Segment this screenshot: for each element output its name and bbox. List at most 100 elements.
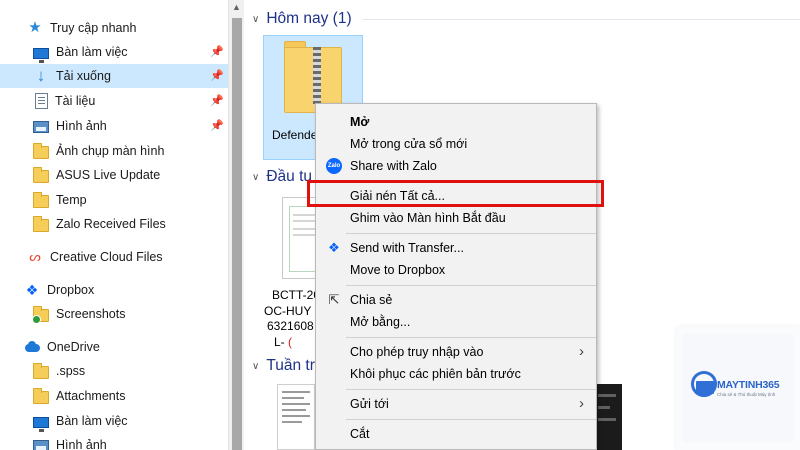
- pin-icon[interactable]: 📌: [210, 94, 224, 108]
- download-arrow-icon: ↓: [36, 66, 46, 85]
- menu-item-restore-previous-versions[interactable]: Khôi phục các phiên bản trước: [316, 363, 596, 385]
- menu-item-pin-to-start[interactable]: Ghim vào Màn hình Bắt đầu: [316, 207, 596, 229]
- pictures-icon: [33, 440, 49, 450]
- pictures-icon: [33, 121, 49, 133]
- nav-onedrive-desktop[interactable]: Bàn làm việc: [0, 409, 228, 433]
- menu-item-label: Send with Transfer...: [350, 241, 464, 255]
- menu-item-cut[interactable]: Cắt: [316, 423, 596, 445]
- nav-onedrive[interactable]: OneDrive: [0, 335, 228, 359]
- nav-label: Creative Cloud Files: [50, 250, 163, 264]
- desktop-icon: [33, 416, 49, 432]
- nav-label: Ảnh chụp màn hình: [56, 144, 165, 158]
- nav-folder-zalo[interactable]: Zalo Received Files: [0, 212, 228, 236]
- nav-label: Attachments: [56, 389, 126, 403]
- nav-label: Bàn làm việc: [56, 414, 128, 428]
- pin-icon[interactable]: 📌: [210, 45, 224, 59]
- group-header-week[interactable]: ∨ Tuần tr: [252, 357, 315, 375]
- creative-cloud-icon: ᔕ: [27, 249, 43, 265]
- file-name-line: L-: [274, 334, 285, 349]
- menu-item-send-to[interactable]: Gửi tới ›: [316, 393, 596, 415]
- file-name-fragment: (: [288, 334, 293, 349]
- menu-item-move-to-dropbox[interactable]: Move to Dropbox: [316, 259, 596, 281]
- nav-pictures[interactable]: Hình ảnh 📌: [0, 114, 228, 138]
- menu-separator: [346, 285, 596, 286]
- menu-item-label: Mở bằng...: [350, 315, 411, 329]
- annotation-highlight-box: [307, 180, 604, 207]
- document-icon: [35, 93, 48, 109]
- share-icon: ⇱: [328, 292, 340, 307]
- menu-item-label: Cắt: [350, 427, 370, 441]
- group-header-early[interactable]: ∨ Đầu tu: [252, 168, 312, 186]
- nav-creative-cloud[interactable]: ᔕ Creative Cloud Files: [0, 245, 228, 269]
- folder-icon: [33, 387, 49, 404]
- nav-folder-asus[interactable]: ASUS Live Update: [0, 163, 228, 187]
- group-label: Tuần tr: [266, 357, 315, 374]
- menu-item-open-with[interactable]: Mở bằng...: [316, 311, 596, 333]
- nav-label: .spss: [56, 364, 86, 378]
- menu-item-label: Move to Dropbox: [350, 263, 446, 277]
- nav-downloads[interactable]: ↓ Tải xuống 📌: [0, 64, 228, 88]
- nav-onedrive-pictures[interactable]: Hình ảnh: [0, 433, 228, 450]
- menu-item-open[interactable]: Mở: [316, 111, 596, 133]
- group-header-today[interactable]: ∨ Hôm nay (1): [252, 10, 352, 28]
- nav-folder-temp[interactable]: Temp: [0, 188, 228, 212]
- menu-item-label: Khôi phục các phiên bản trước: [350, 367, 521, 381]
- chevron-down-icon: ∨: [252, 360, 260, 372]
- dropbox-icon: ❖: [328, 240, 340, 255]
- nav-label: Dropbox: [47, 283, 95, 297]
- folder-icon: [33, 215, 49, 232]
- maytinh365-logo: MAYTINH365 Chia sẻ & Thủ thuật Máy tính: [676, 326, 800, 450]
- nav-label: Tài liệu: [55, 94, 96, 108]
- nav-label: Screenshots: [56, 307, 126, 321]
- screenshot-thumbnail[interactable]: [594, 384, 622, 450]
- nav-label: Hình ảnh: [56, 119, 107, 133]
- menu-item-label: Chia sẻ: [350, 293, 393, 307]
- menu-item-label: Gửi tới: [350, 397, 389, 411]
- nav-label: Bàn làm việc: [56, 45, 128, 59]
- logo-brand-text: MAYTINH365: [717, 379, 780, 391]
- menu-item-share[interactable]: ⇱ Chia sẻ: [316, 289, 596, 311]
- star-icon: ★: [28, 19, 42, 36]
- nav-onedrive-attachments[interactable]: Attachments: [0, 384, 228, 408]
- menu-item-label: Ghim vào Màn hình Bắt đầu: [350, 211, 506, 225]
- nav-label: ASUS Live Update: [56, 168, 161, 182]
- menu-item-give-access-to[interactable]: Cho phép truy nhập vào ›: [316, 341, 596, 363]
- group-label: Đầu tu: [266, 168, 312, 185]
- menu-separator: [346, 233, 596, 234]
- monitor-icon: [696, 381, 714, 394]
- menu-item-open-new-window[interactable]: Mở trong cửa sổ mới: [316, 133, 596, 155]
- chevron-down-icon: ∨: [252, 171, 260, 183]
- zalo-icon: Zalo: [326, 158, 342, 174]
- nav-label: Temp: [56, 193, 87, 207]
- logo-tagline: Chia sẻ & Thủ thuật Máy tính: [717, 392, 776, 397]
- scroll-up-arrow-icon[interactable]: ▲: [232, 2, 241, 12]
- nav-folder-screenshots-vn[interactable]: Ảnh chụp màn hình: [0, 139, 228, 163]
- chevron-right-icon: ›: [579, 343, 584, 360]
- menu-separator: [346, 337, 596, 338]
- nav-label: Hình ảnh: [56, 438, 107, 450]
- dropbox-icon: ❖: [25, 282, 39, 298]
- menu-item-share-zalo[interactable]: Zalo Share with Zalo: [316, 155, 596, 177]
- pin-icon[interactable]: 📌: [210, 69, 224, 83]
- nav-onedrive-spss[interactable]: .spss: [0, 359, 228, 383]
- nav-dropbox-screenshots[interactable]: Screenshots: [0, 302, 228, 326]
- sidebar-scrollbar[interactable]: ▲: [228, 0, 244, 450]
- document-thumbnail[interactable]: [277, 384, 315, 450]
- group-label: Hôm nay (1): [266, 10, 352, 27]
- menu-separator: [346, 389, 596, 390]
- nav-desktop[interactable]: Bàn làm việc 📌: [0, 40, 228, 64]
- nav-documents[interactable]: Tài liệu 📌: [0, 89, 228, 113]
- chevron-down-icon: ∨: [252, 13, 260, 25]
- menu-item-label: Mở: [350, 115, 370, 129]
- menu-item-label: Cho phép truy nhập vào: [350, 345, 484, 359]
- pin-icon[interactable]: 📌: [210, 119, 224, 133]
- nav-dropbox[interactable]: ❖ Dropbox: [0, 278, 228, 302]
- nav-quick-access[interactable]: ★ Truy cập nhanh: [0, 16, 228, 40]
- scrollbar-thumb[interactable]: [232, 18, 242, 450]
- nav-label: OneDrive: [47, 340, 100, 354]
- folder-icon: [33, 362, 49, 379]
- menu-item-label: Share with Zalo: [350, 159, 437, 173]
- navigation-pane: ★ Truy cập nhanh Bàn làm việc 📌 ↓ Tải xu…: [0, 0, 228, 450]
- group-divider: [362, 19, 800, 20]
- menu-item-send-with-transfer[interactable]: ❖ Send with Transfer...: [316, 237, 596, 259]
